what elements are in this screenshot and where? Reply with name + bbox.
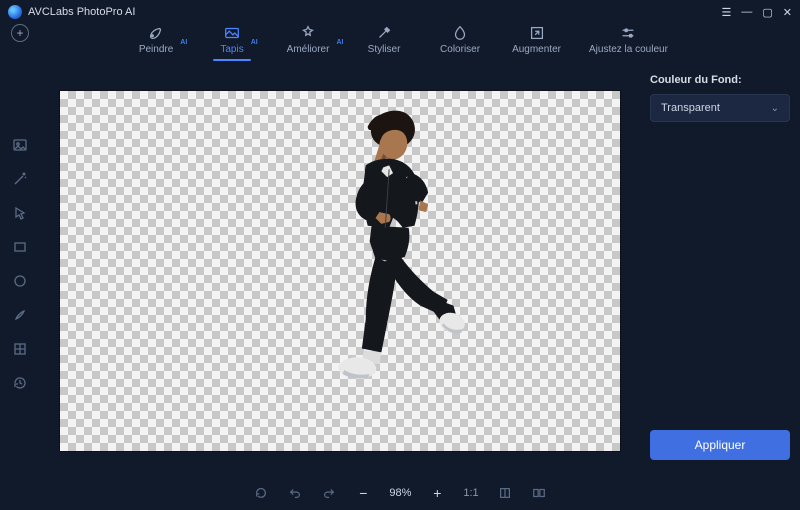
compare-icon[interactable] — [531, 485, 547, 501]
tab-label: Augmenter — [512, 44, 561, 55]
dropdown-value: Transparent — [661, 102, 720, 114]
tool-pointer-icon[interactable] — [11, 204, 29, 222]
tool-rect-icon[interactable] — [11, 238, 29, 256]
tab-colorize[interactable]: Coloriser — [436, 24, 484, 55]
adjust-icon — [619, 24, 637, 42]
bottom-bar: − 98% + 1:1 — [0, 476, 800, 510]
undo-icon[interactable] — [287, 485, 303, 501]
background-color-dropdown[interactable]: Transparent ⌄ — [650, 94, 790, 122]
close-icon[interactable]: ✕ — [783, 6, 792, 19]
top-toolbar: + PeindreAI TapisAI AméliorerAI Styliser Col… — [0, 24, 800, 66]
tab-upscale[interactable]: Augmenter — [512, 24, 561, 55]
app-title: AVCLabs PhotoPro AI — [28, 6, 135, 18]
tab-enhance[interactable]: AméliorerAI — [284, 24, 332, 55]
canvas-area — [40, 66, 640, 476]
tab-adjust[interactable]: Ajustez la couleur — [589, 24, 668, 55]
tab-tapis[interactable]: TapisAI — [208, 24, 256, 55]
tool-brush-icon[interactable] — [11, 306, 29, 324]
canvas[interactable] — [60, 91, 620, 451]
tab-label: TapisAI — [220, 44, 243, 55]
tab-label: AméliorerAI — [287, 44, 330, 55]
menu-icon[interactable]: ☰ — [722, 6, 732, 19]
minimize-icon[interactable]: — — [741, 6, 752, 18]
app-logo-icon — [8, 5, 22, 19]
upscale-icon — [528, 24, 546, 42]
tab-paint[interactable]: PeindreAI — [132, 24, 180, 55]
ai-badge: AI — [251, 39, 258, 46]
enhance-icon — [299, 24, 317, 42]
zoom-out-button[interactable]: − — [355, 485, 371, 501]
tool-history-icon[interactable] — [11, 374, 29, 392]
fit-screen-icon[interactable] — [497, 485, 513, 501]
zoom-in-button[interactable]: + — [429, 485, 445, 501]
tool-circle-icon[interactable] — [11, 272, 29, 290]
tool-image-icon[interactable] — [11, 136, 29, 154]
stylize-icon — [375, 24, 393, 42]
chevron-down-icon: ⌄ — [771, 103, 779, 114]
tab-label: Styliser — [368, 44, 401, 55]
tab-label: Ajustez la couleur — [589, 44, 668, 55]
ratio-button[interactable]: 1:1 — [463, 485, 478, 501]
tab-label: PeindreAI — [139, 44, 173, 55]
title-bar-left: AVCLabs PhotoPro AI — [8, 5, 135, 19]
tapis-icon — [223, 24, 241, 42]
right-panel: Couleur du Fond: Transparent ⌄ Appliquer — [640, 66, 800, 476]
add-button[interactable]: + — [11, 24, 29, 42]
tab-label: Coloriser — [440, 44, 480, 55]
maximize-icon[interactable]: ▢ — [762, 6, 772, 19]
zoom-level: 98% — [389, 487, 411, 499]
title-bar: AVCLabs PhotoPro AI ☰ — ▢ ✕ — [0, 0, 800, 24]
tabs: PeindreAI TapisAI AméliorerAI Styliser Color… — [40, 24, 760, 55]
subject-man-running — [273, 105, 486, 436]
reset-icon[interactable] — [253, 485, 269, 501]
ai-badge: AI — [180, 39, 187, 46]
tab-stylize[interactable]: Styliser — [360, 24, 408, 55]
apply-button[interactable]: Appliquer — [650, 430, 790, 460]
panel-title: Couleur du Fond: — [650, 74, 790, 86]
left-toolbar — [0, 66, 40, 476]
ai-badge: AI — [336, 39, 343, 46]
paint-icon — [147, 24, 165, 42]
tool-grid-icon[interactable] — [11, 340, 29, 358]
tool-wand-icon[interactable] — [11, 170, 29, 188]
colorize-icon — [451, 24, 469, 42]
redo-icon[interactable] — [321, 485, 337, 501]
